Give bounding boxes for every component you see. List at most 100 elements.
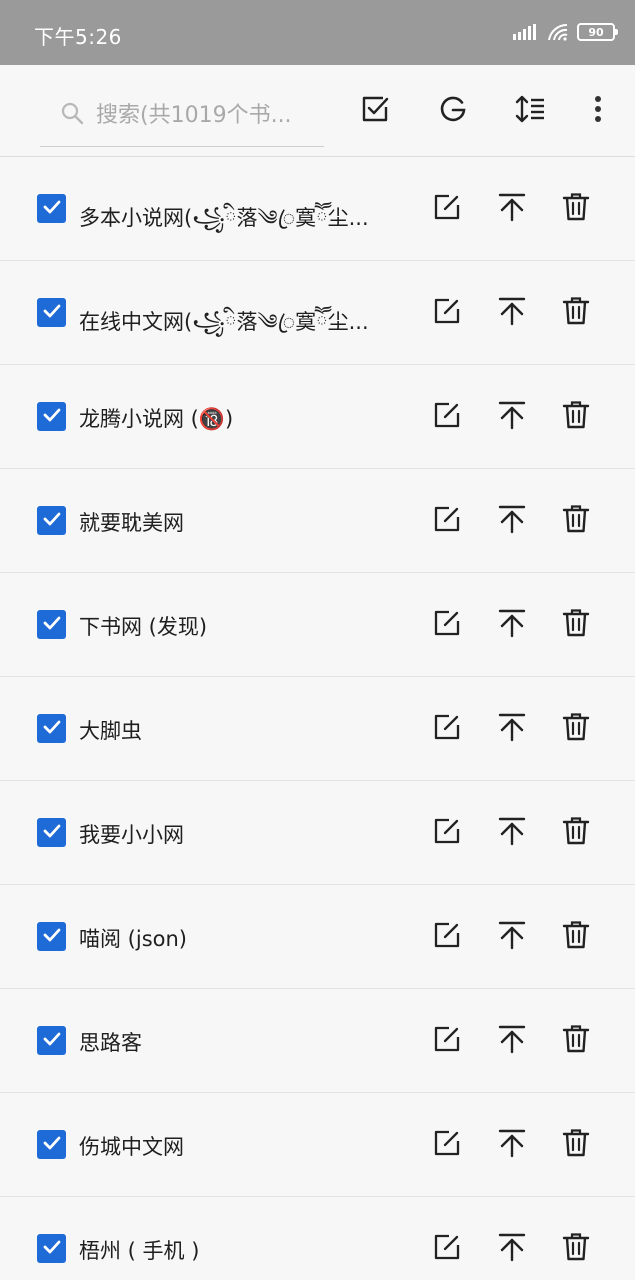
edit-button[interactable] (427, 1125, 467, 1165)
delete-button[interactable] (556, 1125, 596, 1165)
delete-icon (562, 296, 590, 330)
source-checkbox[interactable] (37, 922, 66, 951)
edit-button[interactable] (427, 1229, 467, 1269)
list-item: 多本小说网(꧁ི落༄ꦿ寞ཽ尘... (0, 157, 635, 261)
delete-icon (562, 1024, 590, 1058)
move-to-top-button[interactable] (492, 397, 532, 437)
edit-button[interactable] (427, 397, 467, 437)
edit-icon (433, 401, 461, 433)
delete-button[interactable] (556, 709, 596, 749)
edit-button[interactable] (427, 293, 467, 333)
source-name: 大脚虫 (79, 719, 142, 743)
source-name: 在线中文网(꧁ི落༄ꦿ寞ཽ尘... (79, 310, 369, 334)
source-checkbox[interactable] (37, 714, 66, 743)
edit-icon (433, 193, 461, 225)
check-icon (42, 613, 62, 637)
check-icon (42, 509, 62, 533)
delete-button[interactable] (556, 1229, 596, 1269)
edit-button[interactable] (427, 605, 467, 645)
edit-icon (433, 1129, 461, 1161)
source-checkbox[interactable] (37, 610, 66, 639)
delete-icon (562, 1232, 590, 1266)
move-to-top-icon (498, 1128, 526, 1162)
delete-button[interactable] (556, 813, 596, 853)
edit-icon (433, 713, 461, 745)
edit-button[interactable] (427, 917, 467, 957)
source-checkbox[interactable] (37, 506, 66, 535)
more-vert-icon (592, 94, 604, 128)
list-item: 龙腾小说网 (🔞) (0, 365, 635, 469)
move-to-top-button[interactable] (492, 1125, 532, 1165)
move-to-top-button[interactable] (492, 1021, 532, 1061)
check-icon (42, 301, 62, 325)
search-icon (60, 101, 86, 131)
source-checkbox[interactable] (37, 818, 66, 847)
move-to-top-icon (498, 920, 526, 954)
source-checkbox[interactable] (37, 1026, 66, 1055)
source-checkbox[interactable] (37, 402, 66, 431)
move-to-top-button[interactable] (492, 189, 532, 229)
check-icon (42, 925, 62, 949)
wifi-icon (547, 23, 569, 41)
source-name: 多本小说网(꧁ི落༄ꦿ寞ཽ尘... (79, 206, 369, 230)
source-name: 我要小小网 (79, 823, 184, 847)
edit-icon (433, 1233, 461, 1265)
move-to-top-icon (498, 712, 526, 746)
source-checkbox[interactable] (37, 1130, 66, 1159)
list-item: 思路客 (0, 989, 635, 1093)
delete-icon (562, 920, 590, 954)
edit-button[interactable] (427, 1021, 467, 1061)
source-checkbox[interactable] (37, 194, 66, 223)
move-to-top-icon (498, 504, 526, 538)
source-checkbox[interactable] (37, 1234, 66, 1263)
edit-button[interactable] (427, 189, 467, 229)
delete-button[interactable] (556, 293, 596, 333)
search-input[interactable] (96, 97, 320, 133)
more-options-button[interactable] (578, 91, 618, 131)
source-name: 龙腾小说网 (🔞) (79, 407, 234, 431)
check-icon (42, 197, 62, 221)
source-list: 多本小说网(꧁ི落༄ꦿ寞ཽ尘... 在线中文网(꧁ི落༄ꦿ寞ཽ尘... 龙腾小说… (0, 157, 635, 1280)
edit-button[interactable] (427, 709, 467, 749)
edit-button[interactable] (427, 501, 467, 541)
source-name: 喵阅 (json) (79, 927, 187, 951)
delete-icon (562, 192, 590, 226)
delete-icon (562, 504, 590, 538)
source-checkbox[interactable] (37, 298, 66, 327)
edit-icon (433, 817, 461, 849)
move-to-top-button[interactable] (492, 501, 532, 541)
delete-icon (562, 816, 590, 850)
delete-button[interactable] (556, 501, 596, 541)
search-box[interactable] (40, 85, 324, 147)
check-icon (42, 405, 62, 429)
list-item: 就要耽美网 (0, 469, 635, 573)
battery-level: 90 (588, 25, 604, 39)
move-to-top-button[interactable] (492, 709, 532, 749)
check-icon (42, 1133, 62, 1157)
move-to-top-button[interactable] (492, 293, 532, 333)
move-to-top-button[interactable] (492, 813, 532, 853)
signal-icon (513, 24, 539, 40)
check-icon (42, 717, 62, 741)
sort-button[interactable] (510, 91, 550, 131)
move-to-top-button[interactable] (492, 1229, 532, 1269)
source-name: 伤城中文网 (79, 1135, 184, 1159)
source-name: 就要耽美网 (79, 511, 184, 535)
delete-button[interactable] (556, 397, 596, 437)
group-button[interactable] (433, 91, 473, 131)
list-item: 我要小小网 (0, 781, 635, 885)
check-icon (42, 821, 62, 845)
select-all-button[interactable] (355, 91, 395, 131)
move-to-top-icon (498, 400, 526, 434)
move-to-top-button[interactable] (492, 605, 532, 645)
delete-icon (562, 608, 590, 642)
status-time: 下午5:26 (34, 25, 122, 49)
move-to-top-button[interactable] (492, 917, 532, 957)
delete-button[interactable] (556, 917, 596, 957)
delete-button[interactable] (556, 605, 596, 645)
edit-icon (433, 921, 461, 953)
delete-button[interactable] (556, 1021, 596, 1061)
edit-button[interactable] (427, 813, 467, 853)
edit-icon (433, 297, 461, 329)
delete-button[interactable] (556, 189, 596, 229)
